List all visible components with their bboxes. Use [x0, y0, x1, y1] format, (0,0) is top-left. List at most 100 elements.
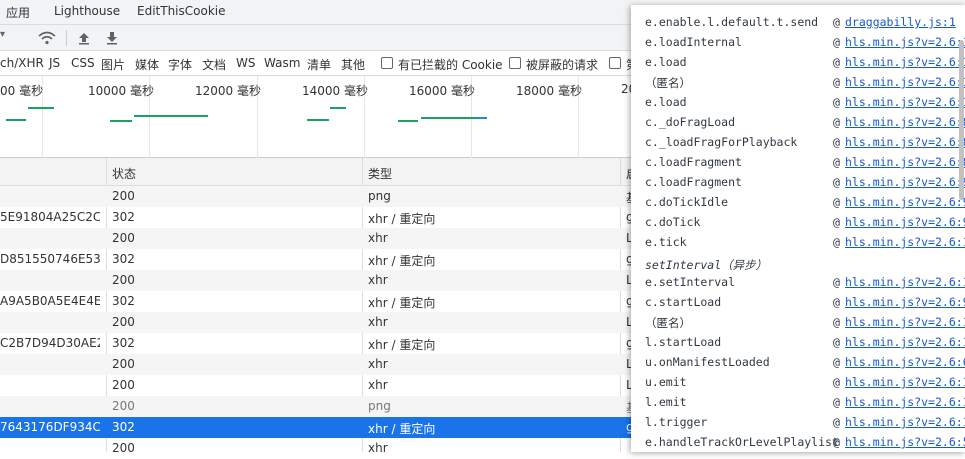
at-symbol: @: [833, 375, 840, 389]
at-symbol: @: [833, 215, 840, 229]
request-name-cell: 5E91804A25C2C...: [0, 210, 100, 224]
popup-scrollbar[interactable]: [959, 40, 964, 200]
stack-frame-source-link[interactable]: hls.min.js?v=2.6:9: [845, 175, 965, 189]
at-symbol: @: [833, 115, 840, 129]
stack-frame-source-link[interactable]: hls.min.js?v=2.6:1: [845, 35, 965, 49]
stack-frame-source-link[interactable]: hls.min.js?v=2.6:1: [845, 75, 965, 89]
stack-frame-source-link[interactable]: hls.min.js?v=2.6:1: [845, 235, 965, 249]
stack-frame-source-link[interactable]: hls.min.js?v=2.6:9: [845, 195, 965, 209]
stack-frame: c.loadFragment @ hls.min.js?v=2.6:8: [645, 155, 965, 169]
at-symbol: @: [833, 55, 840, 69]
waterfall-bar: [134, 115, 208, 117]
stack-frame-source-link[interactable]: hls.min.js?v=2.6:9: [845, 215, 965, 229]
stack-frame-source-link[interactable]: hls.min.js?v=2.6:8: [845, 115, 965, 129]
stack-frame-source-link[interactable]: hls.min.js?v=2.6:8: [845, 155, 965, 169]
request-status-cell: 200: [112, 441, 135, 455]
stack-frame: l.trigger @ hls.min.js?v=2.6:1: [645, 415, 965, 429]
third-party-checkbox[interactable]: [609, 57, 621, 69]
blocked-requests-checkbox[interactable]: [509, 57, 521, 69]
stack-frame-function: e.handleTrackOrLevelPlaylist: [645, 435, 839, 449]
async-boundary-label: setInterval（异步）: [645, 258, 768, 272]
at-symbol: @: [833, 355, 840, 369]
waterfall-bar: [330, 107, 346, 109]
waterfall-bar: [307, 119, 329, 121]
filter-img[interactable]: 图片: [101, 56, 125, 73]
at-symbol: @: [833, 195, 840, 209]
bookmark-lighthouse[interactable]: Lighthouse: [54, 4, 120, 18]
request-type-cell: xhr / 重定向: [368, 254, 436, 268]
stack-frame: e.enable.l.default.t.send @ draggabilly.js…: [645, 15, 965, 29]
filter-js[interactable]: JS: [49, 56, 60, 70]
stack-frame-source-link[interactable]: hls.min.js?v=2.6:1: [845, 415, 965, 429]
blocked-cookies-checkbox[interactable]: [381, 57, 393, 69]
stack-frame-function: e.tick: [645, 235, 687, 249]
request-type-cell: xhr: [368, 378, 388, 392]
stack-frame-source-link[interactable]: hls.min.js?v=2.6:9: [845, 295, 965, 309]
stack-frame-source-link[interactable]: hls.min.js?v=2.6:1: [845, 335, 965, 349]
waterfall-bar: [421, 117, 477, 119]
stack-frame-function: c.doTick: [645, 215, 701, 229]
waterfall-bar: [6, 119, 26, 121]
download-icon[interactable]: [103, 29, 121, 47]
stack-frame: c._loadFragForPlayback @ hls.min.js?v=2.6:…: [645, 135, 965, 149]
timeline-tick: 10000 毫秒: [88, 84, 154, 98]
request-name-cell: C2B7D94D30AE2...: [0, 336, 100, 350]
stack-frame: e.tick @ hls.min.js?v=2.6:1: [645, 235, 965, 249]
at-symbol: @: [833, 155, 840, 169]
stack-frame-function: e.loadInternal: [645, 35, 742, 49]
request-status-cell: 200: [112, 399, 135, 413]
stack-frame-source-link[interactable]: hls.min.js?v=2.6:1: [845, 315, 965, 329]
stack-frame-function: e.setInterval: [645, 275, 736, 289]
request-status-cell: 200: [112, 357, 135, 371]
stack-frame: u.onManifestLoaded @ hls.min.js?v=2.6:6: [645, 355, 965, 369]
filter-media[interactable]: 媒体: [135, 56, 159, 73]
stack-frame-source-link[interactable]: hls.min.js?v=2.6:1: [845, 275, 965, 289]
stack-frame-source-link[interactable]: hls.min.js?v=2.6:1: [845, 95, 965, 109]
waterfall-bar: [477, 117, 487, 119]
request-status-cell: 200: [112, 315, 135, 329]
stack-frame-function: （匿名）: [645, 316, 691, 330]
timeline-tick: 00 毫秒: [0, 84, 44, 98]
timeline-tick: 12000 毫秒: [195, 84, 261, 98]
filter-wasm[interactable]: Wasm: [264, 56, 300, 70]
upload-icon[interactable]: [75, 29, 93, 47]
at-symbol: @: [833, 75, 840, 89]
filter-css[interactable]: CSS: [71, 56, 95, 70]
stack-frame: u.emit @ hls.min.js?v=2.6:1: [645, 375, 965, 389]
request-status-cell: 302: [112, 336, 135, 350]
stack-frame-source-link[interactable]: hls.min.js?v=2.6:1: [845, 55, 965, 69]
filter-manifest[interactable]: 清单: [307, 56, 331, 73]
request-name-cell: 7643176DF934CA...: [0, 420, 100, 434]
stack-frame-function: c._loadFragForPlayback: [645, 135, 798, 149]
wifi-settings-icon[interactable]: [38, 29, 56, 47]
stack-frame-source-link[interactable]: hls.min.js?v=2.6:1: [845, 375, 965, 389]
at-symbol: @: [833, 235, 840, 249]
stack-frame-function: c.startLoad: [645, 295, 722, 309]
column-type-header[interactable]: 类型: [368, 165, 392, 182]
at-symbol: @: [833, 135, 840, 149]
stack-frame-source-link[interactable]: draggabilly.js:1: [845, 15, 956, 29]
stack-frame-function: e.load: [645, 55, 687, 69]
throttle-dropdown-icon[interactable]: ▾: [0, 29, 5, 40]
stack-frame-source-link[interactable]: hls.min.js?v=2.6:6: [845, 355, 965, 369]
stack-frame-function: l.emit: [645, 395, 687, 409]
request-type-cell: xhr: [368, 441, 388, 455]
filter-other[interactable]: 其他: [341, 56, 365, 73]
filter-fetch-xhr[interactable]: ch/XHR: [0, 56, 44, 70]
request-status-cell: 200: [112, 378, 135, 392]
stack-frame-function: u.onManifestLoaded: [645, 355, 770, 369]
stack-frame-source-link[interactable]: hls.min.js?v=2.6:5: [845, 435, 965, 449]
request-type-cell: png: [368, 399, 391, 413]
bookmark-apps[interactable]: 应用: [6, 4, 30, 21]
bookmark-editthiscookie[interactable]: EditThisCookie: [137, 4, 226, 18]
stack-frame-source-link[interactable]: hls.min.js?v=2.6:8: [845, 135, 965, 149]
filter-ws[interactable]: WS: [236, 56, 255, 70]
waterfall-bar: [28, 107, 54, 109]
filter-font[interactable]: 字体: [168, 56, 192, 73]
filter-doc[interactable]: 文档: [202, 56, 226, 73]
stack-frame: l.emit @ hls.min.js?v=2.6:1: [645, 395, 965, 409]
stack-frame-source-link[interactable]: hls.min.js?v=2.6:1: [845, 395, 965, 409]
at-symbol: @: [833, 295, 840, 309]
column-status-header[interactable]: 状态: [112, 165, 136, 182]
request-type-cell: xhr: [368, 315, 388, 329]
